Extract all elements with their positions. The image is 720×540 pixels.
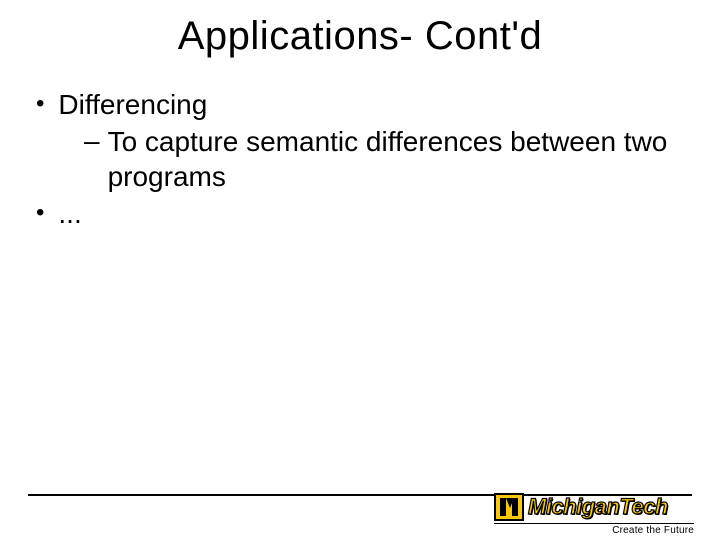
bullet-text: To capture semantic differences between …	[108, 124, 680, 194]
bullet-marker: •	[36, 87, 44, 121]
logo-wordmark: MichiganTech	[524, 493, 668, 521]
logo-top: MichiganTech	[494, 493, 694, 521]
bullet-item: • Differencing	[36, 87, 680, 122]
slide: Applications- Cont'd • Differencing – To…	[0, 14, 720, 540]
bullet-item: – To capture semantic differences betwee…	[84, 124, 680, 194]
bullet-marker: •	[36, 196, 44, 230]
logo: MichiganTech Create the Future	[494, 493, 694, 536]
bullet-marker: –	[84, 124, 100, 158]
bullet-text: ...	[58, 196, 680, 231]
slide-title: Applications- Cont'd	[0, 14, 720, 59]
logo-tagline: Create the Future	[494, 523, 694, 536]
bullet-item: • ...	[36, 196, 680, 231]
slide-body: • Differencing – To capture semantic dif…	[0, 87, 720, 231]
logo-m-icon	[494, 493, 524, 521]
bullet-text: Differencing	[58, 87, 680, 122]
